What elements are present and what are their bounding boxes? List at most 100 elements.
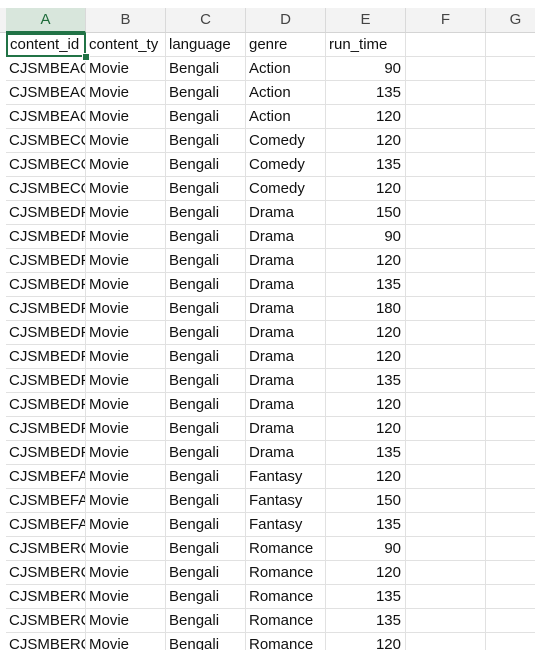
empty-cell[interactable] bbox=[406, 225, 486, 249]
table-cell[interactable]: 90 bbox=[326, 537, 406, 561]
table-cell[interactable]: 90 bbox=[326, 57, 406, 81]
table-cell[interactable]: 135 bbox=[326, 585, 406, 609]
table-cell[interactable]: CJSMBERC bbox=[6, 633, 86, 650]
table-cell[interactable]: CJSMBEDF bbox=[6, 369, 86, 393]
empty-cell[interactable] bbox=[406, 441, 486, 465]
table-cell[interactable]: CJSMBERC bbox=[6, 561, 86, 585]
table-cell[interactable]: Bengali bbox=[166, 633, 246, 650]
empty-cell[interactable] bbox=[406, 585, 486, 609]
empty-cell[interactable] bbox=[406, 105, 486, 129]
table-cell[interactable]: Bengali bbox=[166, 105, 246, 129]
table-cell[interactable]: Bengali bbox=[166, 225, 246, 249]
empty-cell[interactable] bbox=[406, 129, 486, 153]
table-cell[interactable]: 120 bbox=[326, 561, 406, 585]
column-header-g[interactable]: G bbox=[486, 8, 535, 32]
table-cell[interactable]: Action bbox=[246, 57, 326, 81]
table-cell[interactable]: Drama bbox=[246, 417, 326, 441]
table-cell[interactable]: Comedy bbox=[246, 153, 326, 177]
column-header-f[interactable]: F bbox=[406, 8, 486, 32]
table-cell[interactable]: Movie bbox=[86, 417, 166, 441]
table-cell[interactable]: Bengali bbox=[166, 417, 246, 441]
table-cell[interactable]: Movie bbox=[86, 81, 166, 105]
table-cell[interactable]: Bengali bbox=[166, 177, 246, 201]
table-cell[interactable]: 150 bbox=[326, 489, 406, 513]
table-cell[interactable]: Drama bbox=[246, 369, 326, 393]
empty-cell[interactable] bbox=[406, 321, 486, 345]
table-cell[interactable]: Romance bbox=[246, 537, 326, 561]
table-cell[interactable]: CJSMBEDF bbox=[6, 297, 86, 321]
table-cell[interactable]: Movie bbox=[86, 561, 166, 585]
spreadsheet-grid[interactable]: ABCDEFG content_id content_ty language genr… bbox=[0, 0, 535, 650]
table-cell[interactable]: Movie bbox=[86, 57, 166, 81]
table-cell[interactable]: Bengali bbox=[166, 441, 246, 465]
table-cell[interactable]: Drama bbox=[246, 273, 326, 297]
empty-cell[interactable] bbox=[406, 297, 486, 321]
header-cell-run-time[interactable]: run_time bbox=[326, 33, 406, 57]
table-cell[interactable]: Bengali bbox=[166, 129, 246, 153]
table-cell[interactable]: CJSMBECC bbox=[6, 177, 86, 201]
table-cell[interactable]: Drama bbox=[246, 321, 326, 345]
empty-cell[interactable] bbox=[406, 345, 486, 369]
table-cell[interactable]: Movie bbox=[86, 225, 166, 249]
table-cell[interactable]: Bengali bbox=[166, 273, 246, 297]
table-cell[interactable]: CJSMBEAC bbox=[6, 81, 86, 105]
table-cell[interactable]: Movie bbox=[86, 585, 166, 609]
table-cell[interactable]: CJSMBEDF bbox=[6, 393, 86, 417]
table-cell[interactable]: CJSMBEDF bbox=[6, 249, 86, 273]
table-cell[interactable]: Drama bbox=[246, 441, 326, 465]
empty-cell[interactable] bbox=[486, 225, 535, 249]
table-cell[interactable]: 120 bbox=[326, 633, 406, 650]
header-cell-language[interactable]: language bbox=[166, 33, 246, 57]
table-cell[interactable]: 120 bbox=[326, 249, 406, 273]
table-cell[interactable]: CJSMBEFA bbox=[6, 513, 86, 537]
table-cell[interactable]: 135 bbox=[326, 609, 406, 633]
table-cell[interactable]: 135 bbox=[326, 273, 406, 297]
empty-cell[interactable] bbox=[486, 105, 535, 129]
table-cell[interactable]: Comedy bbox=[246, 177, 326, 201]
table-cell[interactable]: 135 bbox=[326, 369, 406, 393]
table-cell[interactable]: CJSMBEDF bbox=[6, 441, 86, 465]
table-cell[interactable]: Bengali bbox=[166, 345, 246, 369]
table-cell[interactable]: Bengali bbox=[166, 81, 246, 105]
table-cell[interactable]: CJSMBEDF bbox=[6, 225, 86, 249]
table-cell[interactable]: Drama bbox=[246, 225, 326, 249]
empty-cell[interactable] bbox=[486, 201, 535, 225]
table-cell[interactable]: Romance bbox=[246, 609, 326, 633]
empty-cell[interactable] bbox=[406, 537, 486, 561]
empty-cell[interactable] bbox=[406, 489, 486, 513]
table-cell[interactable]: Bengali bbox=[166, 369, 246, 393]
table-cell[interactable]: 120 bbox=[326, 321, 406, 345]
table-cell[interactable]: CJSMBEDF bbox=[6, 417, 86, 441]
table-cell[interactable]: Bengali bbox=[166, 297, 246, 321]
table-cell[interactable]: 135 bbox=[326, 153, 406, 177]
empty-cell[interactable] bbox=[486, 321, 535, 345]
header-cell-content-ty[interactable]: content_ty bbox=[86, 33, 166, 57]
empty-cell[interactable] bbox=[486, 249, 535, 273]
table-cell[interactable]: CJSMBEDF bbox=[6, 201, 86, 225]
empty-cell[interactable] bbox=[406, 513, 486, 537]
empty-cell[interactable] bbox=[486, 585, 535, 609]
table-cell[interactable]: 135 bbox=[326, 441, 406, 465]
table-cell[interactable]: 120 bbox=[326, 345, 406, 369]
empty-cell[interactable] bbox=[486, 297, 535, 321]
empty-cell[interactable] bbox=[406, 465, 486, 489]
empty-cell[interactable] bbox=[486, 561, 535, 585]
empty-cell[interactable] bbox=[486, 393, 535, 417]
table-cell[interactable]: Romance bbox=[246, 585, 326, 609]
table-cell[interactable]: Movie bbox=[86, 129, 166, 153]
empty-cell[interactable] bbox=[486, 513, 535, 537]
table-cell[interactable]: 120 bbox=[326, 417, 406, 441]
empty-cell[interactable] bbox=[486, 369, 535, 393]
fill-handle[interactable] bbox=[82, 53, 90, 61]
table-cell[interactable]: Bengali bbox=[166, 513, 246, 537]
table-cell[interactable]: CJSMBEFA bbox=[6, 489, 86, 513]
table-cell[interactable]: Movie bbox=[86, 633, 166, 650]
table-cell[interactable]: Movie bbox=[86, 489, 166, 513]
table-cell[interactable]: 120 bbox=[326, 129, 406, 153]
table-cell[interactable]: CJSMBEDF bbox=[6, 345, 86, 369]
table-cell[interactable]: Bengali bbox=[166, 201, 246, 225]
table-cell[interactable]: Bengali bbox=[166, 321, 246, 345]
table-cell[interactable]: Drama bbox=[246, 249, 326, 273]
table-cell[interactable]: Movie bbox=[86, 177, 166, 201]
table-cell[interactable]: Bengali bbox=[166, 609, 246, 633]
